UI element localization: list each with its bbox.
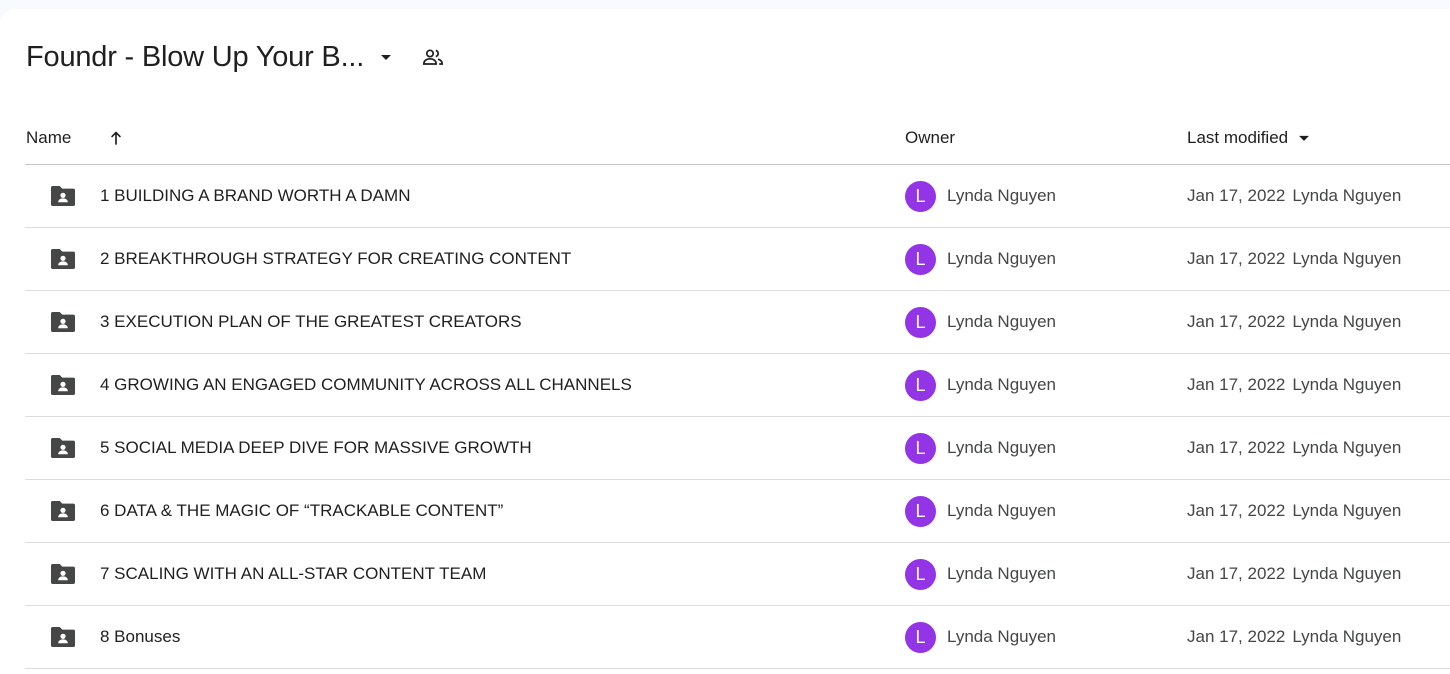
shared-folder-icon <box>49 606 77 668</box>
modified-by: Lynda Nguyen <box>1292 249 1402 268</box>
last-modified-cell: Jan 17, 2022 Lynda Nguyen <box>1187 543 1401 605</box>
last-modified-cell: Jan 17, 2022 Lynda Nguyen <box>1187 228 1401 290</box>
owner-cell: L Lynda Nguyen <box>905 606 1056 668</box>
file-name[interactable]: 8 Bonuses <box>100 606 180 668</box>
table-row[interactable]: 4 GROWING AN ENGAGED COMMUNITY ACROSS AL… <box>25 354 1450 417</box>
file-name[interactable]: 1 BUILDING A BRAND WORTH A DAMN <box>100 165 410 227</box>
table-row[interactable]: 5 SOCIAL MEDIA DEEP DIVE FOR MASSIVE GRO… <box>25 417 1450 480</box>
last-modified-cell: Jan 17, 2022 Lynda Nguyen <box>1187 354 1401 416</box>
owner-name: Lynda Nguyen <box>947 249 1057 268</box>
arrow-upward-icon[interactable] <box>104 111 128 164</box>
folder-title[interactable]: Foundr - Blow Up Your B... <box>26 41 364 74</box>
modified-by: Lynda Nguyen <box>1292 627 1402 646</box>
shared-folder-icon <box>49 228 77 290</box>
modified-by: Lynda Nguyen <box>1292 312 1402 331</box>
table-row[interactable]: 6 DATA & THE MAGIC OF “TRACKABLE CONTENT… <box>25 480 1450 543</box>
avatar[interactable]: L <box>905 180 936 212</box>
modified-date: Jan 17, 2022 <box>1187 312 1286 331</box>
table-row[interactable]: 8 Bonuses L Lynda Nguyen Jan 17, 2022 Ly… <box>25 606 1450 669</box>
avatar[interactable]: L <box>905 243 936 275</box>
avatar[interactable]: L <box>905 558 936 590</box>
file-name[interactable]: 7 SCALING WITH AN ALL-STAR CONTENT TEAM <box>100 543 486 605</box>
column-header-last-modified-label: Last modified <box>1187 127 1289 147</box>
modified-by: Lynda Nguyen <box>1292 564 1402 583</box>
owner-name: Lynda Nguyen <box>947 627 1057 646</box>
modified-by: Lynda Nguyen <box>1292 438 1402 457</box>
last-modified-cell: Jan 17, 2022 Lynda Nguyen <box>1187 417 1401 479</box>
table-row[interactable]: 2 BREAKTHROUGH STRATEGY FOR CREATING CON… <box>25 228 1450 291</box>
owner-name: Lynda Nguyen <box>947 312 1057 331</box>
shared-folder-icon <box>49 165 77 227</box>
last-modified-cell: Jan 17, 2022 Lynda Nguyen <box>1187 606 1401 668</box>
owner-name: Lynda Nguyen <box>947 564 1057 583</box>
avatar[interactable]: L <box>905 432 936 464</box>
shared-folder-icon <box>49 417 77 479</box>
shared-folder-icon <box>49 291 77 353</box>
column-header-last-modified[interactable]: Last modified <box>1187 111 1314 164</box>
file-name[interactable]: 5 SOCIAL MEDIA DEEP DIVE FOR MASSIVE GRO… <box>100 417 532 479</box>
people-icon[interactable] <box>420 44 446 70</box>
modified-by: Lynda Nguyen <box>1292 375 1402 394</box>
table-row[interactable]: 7 SCALING WITH AN ALL-STAR CONTENT TEAM … <box>25 543 1450 606</box>
modified-date: Jan 17, 2022 <box>1187 186 1286 205</box>
shared-folder-icon <box>49 480 77 542</box>
drive-panel: Foundr - Blow Up Your B... Name Owner La… <box>0 9 1450 674</box>
modified-date: Jan 17, 2022 <box>1187 501 1286 520</box>
file-name[interactable]: 6 DATA & THE MAGIC OF “TRACKABLE CONTENT… <box>100 480 503 542</box>
owner-cell: L Lynda Nguyen <box>905 480 1056 542</box>
owner-name: Lynda Nguyen <box>947 438 1057 457</box>
owner-name: Lynda Nguyen <box>947 375 1057 394</box>
avatar[interactable]: L <box>905 495 936 527</box>
table-row[interactable]: 3 EXECUTION PLAN OF THE GREATEST CREATOR… <box>25 291 1450 354</box>
arrow-drop-down-icon[interactable] <box>374 45 398 69</box>
modified-date: Jan 17, 2022 <box>1187 627 1286 646</box>
owner-cell: L Lynda Nguyen <box>905 417 1056 479</box>
last-modified-cell: Jan 17, 2022 Lynda Nguyen <box>1187 291 1401 353</box>
file-list: 1 BUILDING A BRAND WORTH A DAMN L Lynda … <box>25 165 1450 669</box>
owner-cell: L Lynda Nguyen <box>905 165 1056 227</box>
file-name[interactable]: 2 BREAKTHROUGH STRATEGY FOR CREATING CON… <box>100 228 571 290</box>
modified-by: Lynda Nguyen <box>1292 501 1402 520</box>
avatar[interactable]: L <box>905 306 936 338</box>
last-modified-cell: Jan 17, 2022 Lynda Nguyen <box>1187 480 1401 542</box>
modified-date: Jan 17, 2022 <box>1187 375 1286 394</box>
owner-cell: L Lynda Nguyen <box>905 291 1056 353</box>
arrow-drop-down-icon[interactable] <box>1294 128 1314 148</box>
shared-folder-icon <box>49 354 77 416</box>
owner-cell: L Lynda Nguyen <box>905 543 1056 605</box>
file-name[interactable]: 4 GROWING AN ENGAGED COMMUNITY ACROSS AL… <box>100 354 632 416</box>
owner-name: Lynda Nguyen <box>947 186 1057 205</box>
table-row[interactable]: 1 BUILDING A BRAND WORTH A DAMN L Lynda … <box>25 165 1450 228</box>
folder-header: Foundr - Blow Up Your B... <box>26 37 446 77</box>
column-header-owner[interactable]: Owner <box>905 111 955 164</box>
owner-cell: L Lynda Nguyen <box>905 228 1056 290</box>
avatar[interactable]: L <box>905 369 936 401</box>
file-name[interactable]: 3 EXECUTION PLAN OF THE GREATEST CREATOR… <box>100 291 522 353</box>
last-modified-cell: Jan 17, 2022 Lynda Nguyen <box>1187 165 1401 227</box>
owner-cell: L Lynda Nguyen <box>905 354 1056 416</box>
modified-by: Lynda Nguyen <box>1292 186 1402 205</box>
shared-folder-icon <box>49 543 77 605</box>
modified-date: Jan 17, 2022 <box>1187 564 1286 583</box>
list-header: Name Owner Last modified <box>25 111 1450 165</box>
owner-name: Lynda Nguyen <box>947 501 1057 520</box>
modified-date: Jan 17, 2022 <box>1187 249 1286 268</box>
column-header-name[interactable]: Name <box>26 111 71 164</box>
modified-date: Jan 17, 2022 <box>1187 438 1286 457</box>
avatar[interactable]: L <box>905 621 936 653</box>
